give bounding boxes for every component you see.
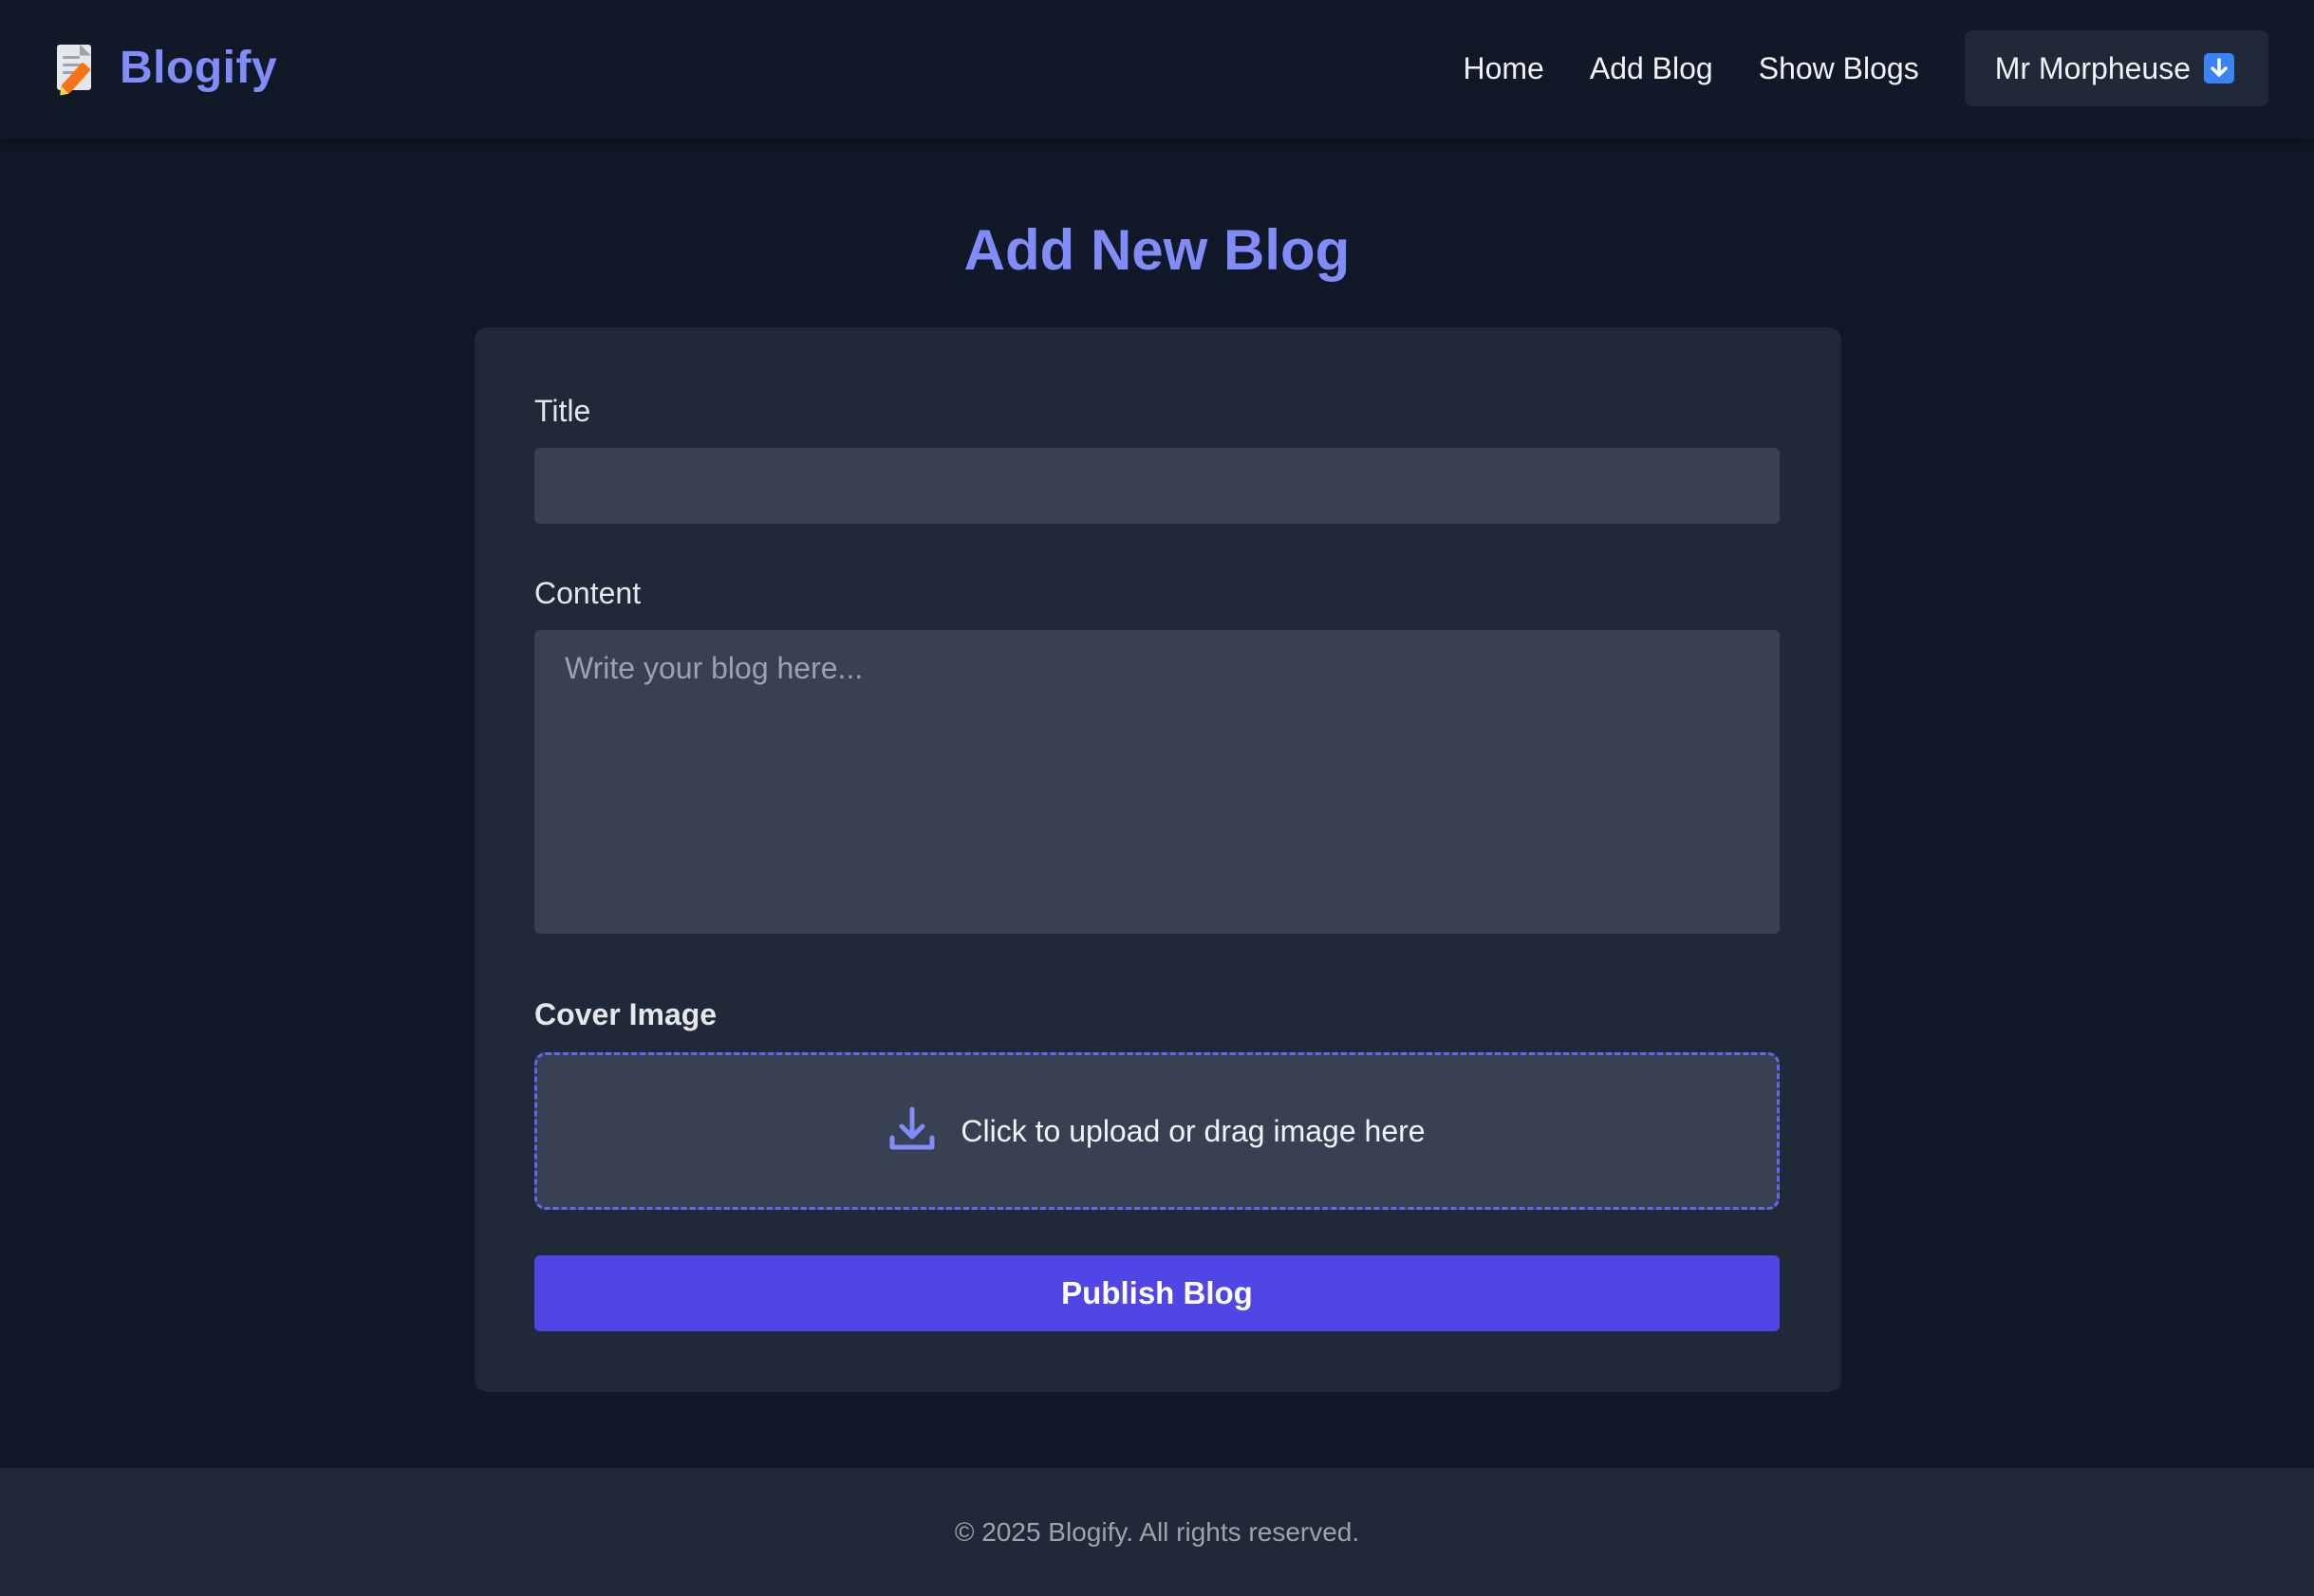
upload-instructions: Click to upload or drag image here — [961, 1113, 1426, 1148]
page-footer: © 2025 Blogify. All rights reserved. — [0, 1468, 2314, 1596]
brand-name: Blogify — [120, 43, 278, 93]
main-nav: Home Add Blog Show Blogs Mr Morpheuse — [1463, 30, 2268, 106]
title-label: Title — [534, 394, 591, 428]
nav-home-link[interactable]: Home — [1463, 51, 1543, 86]
top-navbar: Blogify Home Add Blog Show Blogs Mr Morp… — [0, 0, 2314, 139]
cover-image-label: Cover Image — [534, 997, 718, 1031]
copyright-text: © 2025 Blogify. All rights reserved. — [954, 1516, 1360, 1547]
brand-logo[interactable]: Blogify — [53, 42, 277, 94]
download-tray-icon — [888, 1105, 936, 1158]
down-arrow-icon — [2204, 53, 2234, 84]
user-menu-button[interactable]: Mr Morpheuse — [1964, 30, 2268, 106]
title-input[interactable] — [534, 448, 1780, 524]
page-title: Add New Blog — [963, 218, 1351, 282]
publish-blog-button[interactable]: Publish Blog — [534, 1255, 1780, 1331]
cover-image-dropzone[interactable]: Click to upload or drag image here — [534, 1052, 1780, 1210]
memo-icon — [53, 43, 97, 94]
nav-add-blog-link[interactable]: Add Blog — [1590, 51, 1713, 86]
content-textarea[interactable] — [534, 630, 1780, 934]
user-name: Mr Morpheuse — [1994, 50, 2191, 85]
add-blog-form: Title Content Cover Image Click to uploa… — [475, 327, 1841, 1392]
nav-show-blogs-link[interactable]: Show Blogs — [1759, 51, 1919, 86]
content-label: Content — [534, 576, 642, 610]
